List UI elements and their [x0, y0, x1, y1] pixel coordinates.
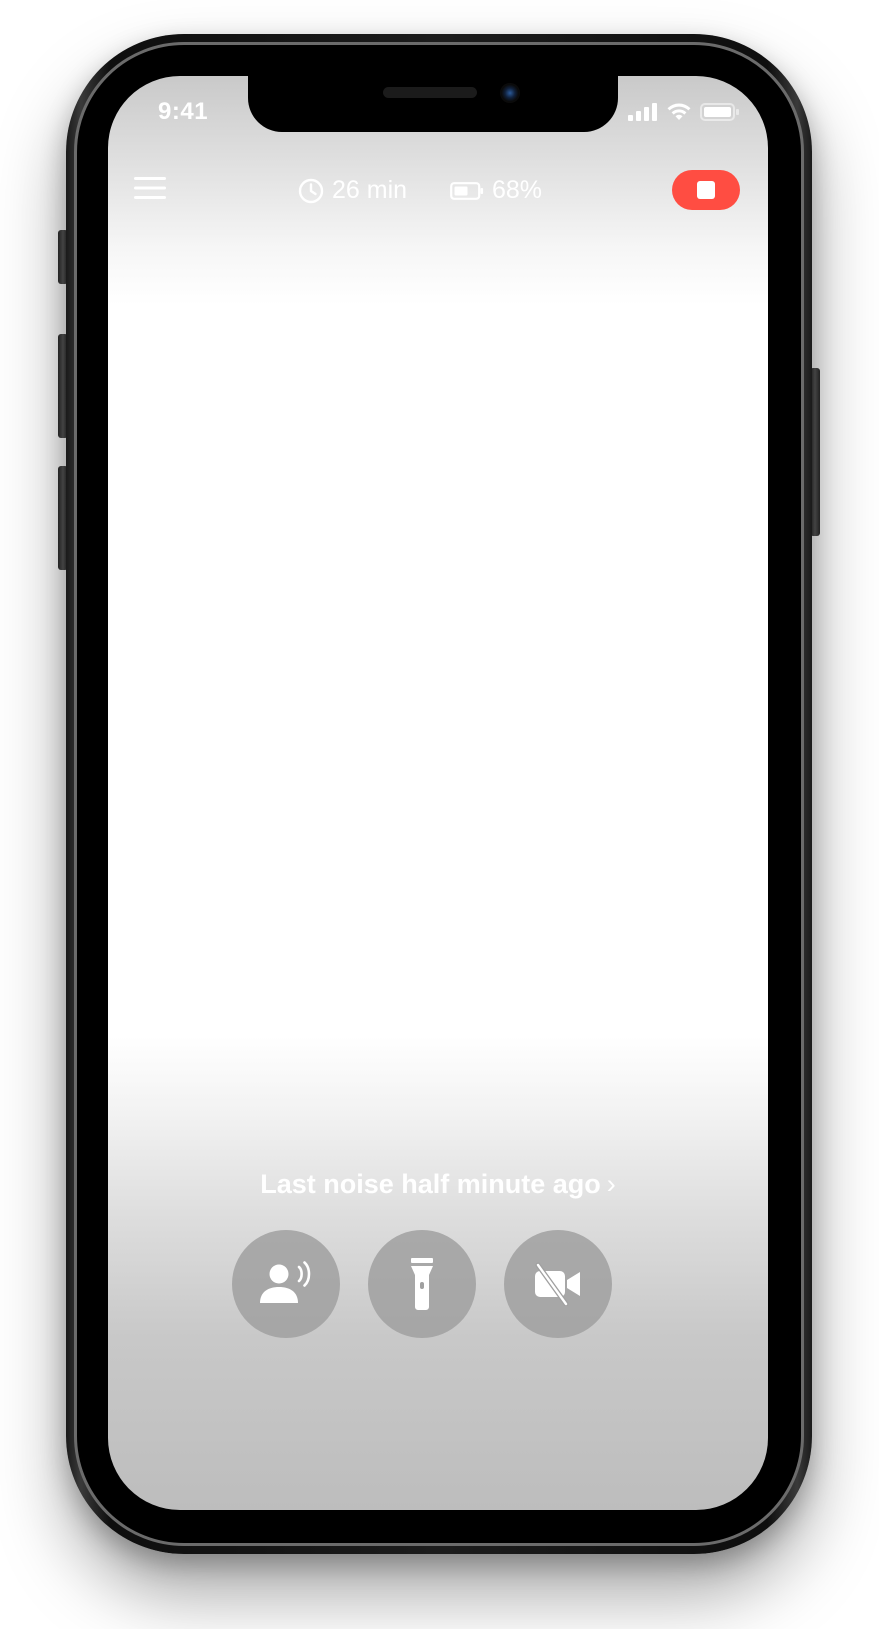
battery-percent: 68% — [492, 176, 543, 204]
stop-recording-button[interactable] — [672, 170, 740, 210]
flashlight-icon — [411, 1258, 433, 1310]
earpiece-speaker — [383, 87, 477, 98]
app-screen: 9:41 26 min 68% Last noise half minute a… — [108, 76, 768, 1510]
wifi-icon — [667, 103, 691, 120]
duration-text: 26 min — [332, 176, 408, 204]
video-off-icon — [535, 1262, 580, 1306]
hamburger-menu-icon — [134, 177, 166, 199]
talk-button[interactable] — [232, 1230, 340, 1338]
last-noise-text: Last noise half minute ago — [260, 1169, 601, 1199]
status-icons — [628, 102, 740, 122]
front-camera — [500, 83, 520, 103]
flashlight-button[interactable] — [368, 1230, 476, 1338]
person-speaking-icon — [260, 1261, 311, 1303]
stage: 9:41 26 min 68% Last noise half minute a… — [0, 0, 879, 1629]
session-duration: 26 min — [298, 176, 407, 205]
notch — [248, 76, 618, 132]
cellular-signal-icon — [628, 103, 657, 121]
clock-icon — [298, 178, 324, 203]
top-bar: 26 min 68% — [108, 168, 768, 218]
control-buttons — [108, 1230, 768, 1340]
last-noise-link[interactable]: Last noise half minute ago › — [108, 1169, 768, 1200]
menu-button[interactable] — [134, 176, 170, 206]
chevron-right-icon: › — [606, 1169, 616, 1199]
device-battery: 68% — [450, 176, 542, 205]
stop-icon — [697, 181, 715, 199]
battery-icon — [700, 103, 739, 121]
video-off-button[interactable] — [504, 1230, 612, 1338]
status-time: 9:41 — [158, 98, 209, 125]
battery-icon — [450, 181, 484, 200]
